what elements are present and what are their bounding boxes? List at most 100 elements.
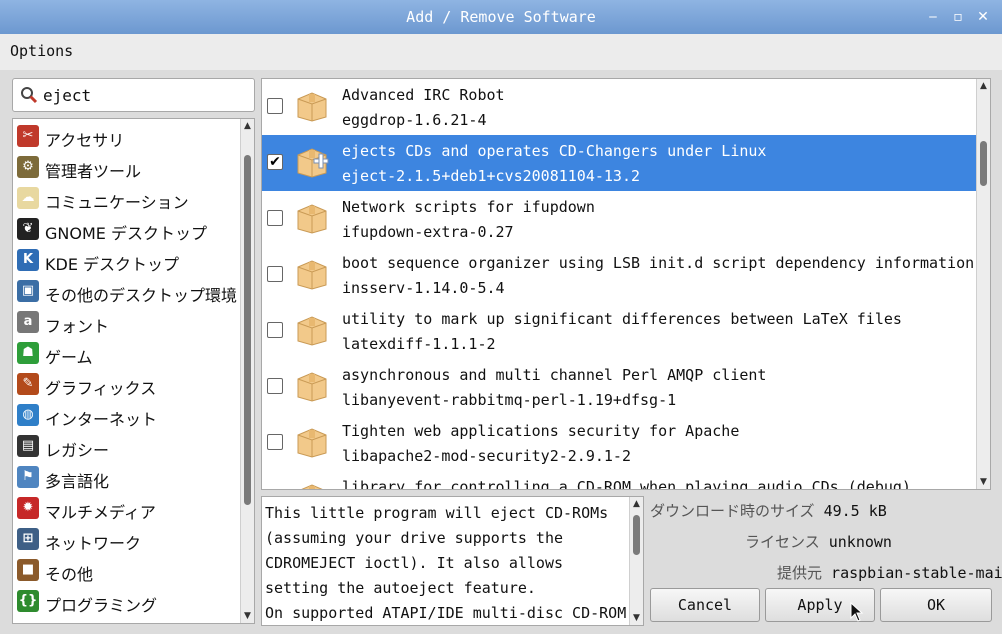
category-label: 管理者ツール xyxy=(45,162,142,181)
package-checkbox[interactable] xyxy=(267,378,283,394)
popcorn-icon: ✹ xyxy=(17,497,39,519)
package-row[interactable]: ✔ ejects CDs and operates CD-Changers und… xyxy=(262,135,977,191)
description-scroll-thumb[interactable] xyxy=(633,515,640,555)
package-row[interactable]: utility to mark up significant differenc… xyxy=(262,303,977,359)
download-size-label: ダウンロード時のサイズ xyxy=(650,502,815,520)
license-row: ライセンス unknown xyxy=(650,531,994,553)
package-checkbox[interactable] xyxy=(267,266,283,282)
search-input[interactable]: eject xyxy=(43,86,91,105)
search-box[interactable]: eject xyxy=(12,78,255,112)
paintbrush-icon: ✎ xyxy=(17,373,39,395)
package-box-icon xyxy=(297,204,327,234)
ok-button[interactable]: OK xyxy=(880,588,992,622)
communication-icon: ☁ xyxy=(17,187,39,209)
package-name: eject-2.1.5+deb1+cvs20081104-13.2 xyxy=(342,167,641,185)
license-value: unknown xyxy=(828,533,892,551)
cancel-button[interactable]: Cancel xyxy=(650,588,760,622)
category-label: その他 xyxy=(45,565,94,584)
maximize-icon[interactable]: ▫ xyxy=(945,0,971,34)
package-install-icon xyxy=(297,148,329,178)
package-row[interactable]: Tighten web applications security for Ap… xyxy=(262,415,977,471)
category-item[interactable]: ❦ GNOME デスクトップ xyxy=(13,214,241,245)
category-item[interactable]: ✂ アクセサリ xyxy=(13,121,241,152)
category-item[interactable]: ☁ コミュニケーション xyxy=(13,183,241,214)
menu-options[interactable]: Options xyxy=(10,42,73,60)
window-titlebar: Add / Remove Software ‒ ▫ ✕ xyxy=(0,0,1002,34)
package-description: This little program will eject CD-ROMs (… xyxy=(261,496,644,626)
package-row[interactable]: boot sequence organizer using LSB init.d… xyxy=(262,247,977,303)
category-label: 多言語化 xyxy=(45,472,110,491)
scroll-down-icon[interactable]: ▼ xyxy=(977,475,990,489)
scroll-up-icon[interactable]: ▲ xyxy=(977,79,990,93)
localization-flag-icon: ⚑ xyxy=(17,466,39,488)
package-name: ifupdown-extra-0.27 xyxy=(342,223,514,241)
category-item[interactable]: ✎ グラフィックス xyxy=(13,369,241,400)
package-checkbox[interactable] xyxy=(267,322,283,338)
package-checkbox[interactable]: ✔ xyxy=(267,154,283,170)
category-item[interactable]: {} プログラミング xyxy=(13,586,241,617)
minimize-icon[interactable]: ‒ xyxy=(920,0,946,34)
package-checkbox[interactable] xyxy=(267,210,283,226)
category-item[interactable]: ⚑ 多言語化 xyxy=(13,462,241,493)
globe-icon: ◍ xyxy=(17,404,39,426)
kde-icon: K xyxy=(17,249,39,271)
category-item[interactable]: ⚙ 管理者ツール xyxy=(13,152,241,183)
category-item[interactable]: ■ その他 xyxy=(13,555,241,586)
package-box-icon xyxy=(297,92,327,122)
scroll-down-icon[interactable]: ▼ xyxy=(241,609,254,623)
close-icon[interactable]: ✕ xyxy=(970,0,996,34)
package-row[interactable]: library for controlling a CD-ROM when pl… xyxy=(262,471,977,490)
scroll-up-icon[interactable]: ▲ xyxy=(630,497,643,511)
package-summary: Advanced IRC Robot xyxy=(342,86,505,104)
package-box-icon xyxy=(297,316,327,346)
package-checkbox[interactable] xyxy=(267,434,283,450)
category-label: レガシー xyxy=(45,441,110,460)
network-icon: ⊞ xyxy=(17,528,39,550)
package-summary: ejects CDs and operates CD-Changers unde… xyxy=(342,142,767,160)
category-label: KDE デスクトップ xyxy=(45,255,180,274)
package-checkbox[interactable] xyxy=(267,98,283,114)
category-item[interactable]: ⊞ ネットワーク xyxy=(13,524,241,555)
category-item[interactable]: ▤ レガシー xyxy=(13,431,241,462)
package-box-icon xyxy=(301,484,323,489)
category-label: グラフィックス xyxy=(45,379,157,398)
package-name: libapache2-mod-security2-2.9.1-2 xyxy=(342,447,631,465)
category-label: プログラミング xyxy=(45,596,158,615)
package-summary: Network scripts for ifupdown xyxy=(342,198,595,216)
category-scrollbar[interactable]: ▲ ▼ xyxy=(240,119,254,623)
category-label: インターネット xyxy=(45,410,158,429)
box-icon: ■ xyxy=(17,559,39,581)
description-scrollbar[interactable]: ▲ ▼ xyxy=(629,497,643,625)
package-scrollbar[interactable]: ▲ ▼ xyxy=(976,79,990,489)
admin-tools-icon: ⚙ xyxy=(17,156,39,178)
package-summary: library for controlling a CD-ROM when pl… xyxy=(342,478,911,490)
scroll-up-icon[interactable]: ▲ xyxy=(241,119,254,133)
category-label: フォント xyxy=(45,317,110,336)
category-item[interactable]: a フォント xyxy=(13,307,241,338)
scroll-down-icon[interactable]: ▼ xyxy=(630,611,643,625)
package-list: library for controlling a CD-ROM when pl… xyxy=(261,78,991,490)
category-item[interactable]: ▣ その他のデスクトップ環境 xyxy=(13,276,241,307)
desktop-icon: ▣ xyxy=(17,280,39,302)
main-area: eject {} プログラミング ■ その他 ⊞ ネットワーク ✹ マルチメディア ⚑ 多言語化 ▤… xyxy=(0,70,1002,634)
download-size-value: 49.5 kB xyxy=(823,502,887,520)
package-row[interactable]: asynchronous and multi channel Perl AMQP… xyxy=(262,359,977,415)
category-label: ゲーム xyxy=(45,348,93,367)
provider-value: raspbian-stable-main xyxy=(831,564,1002,582)
window-title: Add / Remove Software xyxy=(406,8,596,26)
license-label: ライセンス xyxy=(745,533,820,551)
package-row[interactable]: Advanced IRC Robot eggdrop-1.6.21-4 xyxy=(262,79,977,135)
category-item[interactable]: ✹ マルチメディア xyxy=(13,493,241,524)
category-scroll-thumb[interactable] xyxy=(244,155,251,505)
category-item[interactable]: ☗ ゲーム xyxy=(13,338,241,369)
package-scroll-thumb[interactable] xyxy=(980,141,987,186)
package-row[interactable]: Network scripts for ifupdown ifupdown-ext… xyxy=(262,191,977,247)
package-name: eggdrop-1.6.21-4 xyxy=(342,111,487,129)
category-item[interactable]: ◍ インターネット xyxy=(13,400,241,431)
category-label: コミュニケーション xyxy=(45,193,189,212)
package-summary: boot sequence organizer using LSB init.d… xyxy=(342,254,975,272)
programming-icon: {} xyxy=(17,590,39,612)
category-item[interactable]: K KDE デスクトップ xyxy=(13,245,241,276)
category-list: {} プログラミング ■ その他 ⊞ ネットワーク ✹ マルチメディア ⚑ 多言語化 ▤ レガシー ◍ イ… xyxy=(12,118,255,624)
font-icon: a xyxy=(17,311,39,333)
